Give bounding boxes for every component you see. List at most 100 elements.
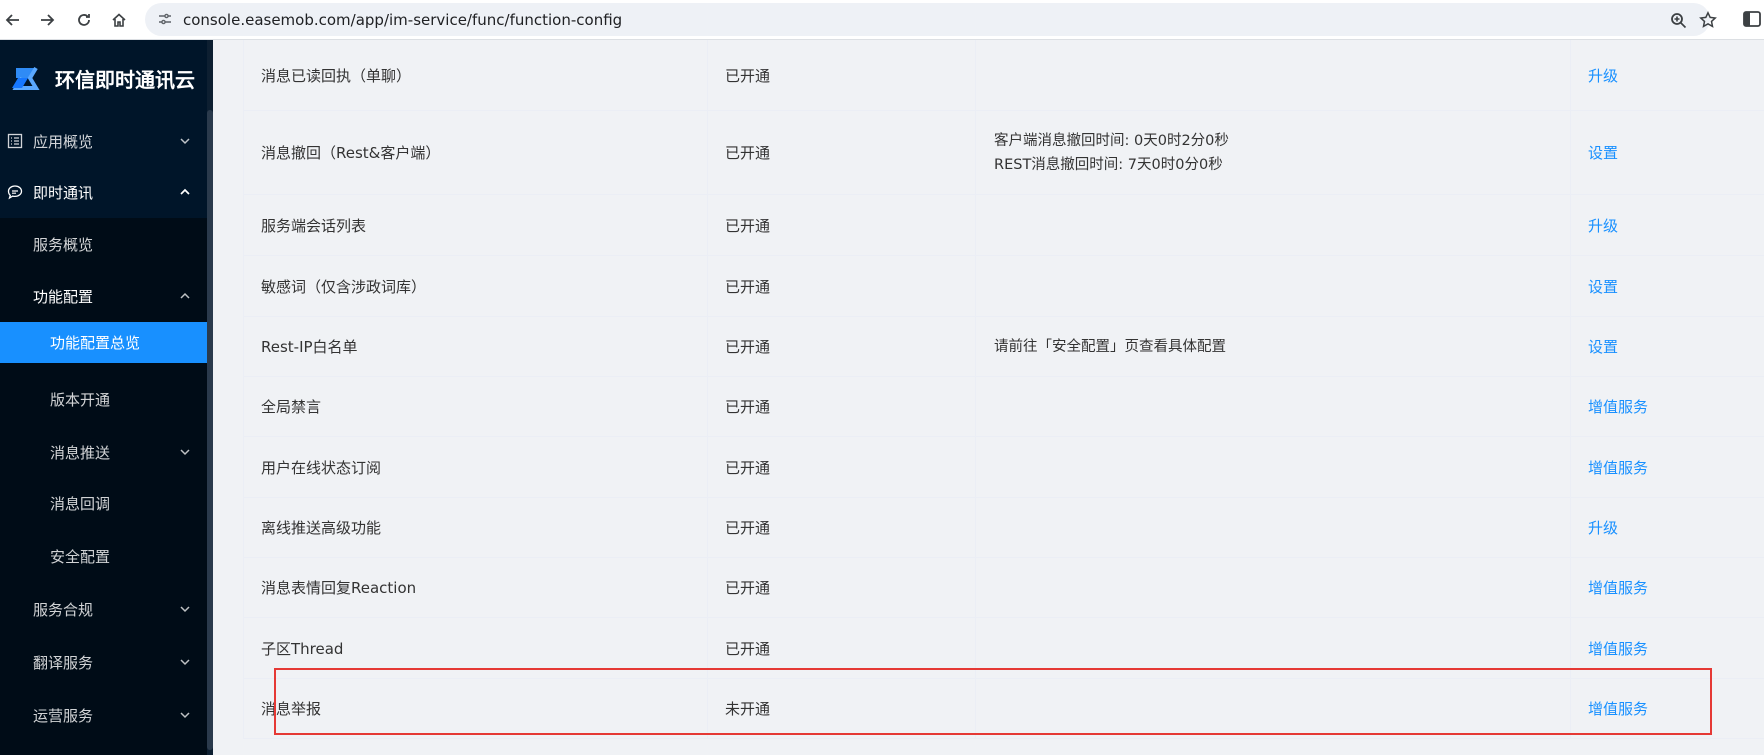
table-row: Rest-IP白名单 已开通 请前往「安全配置」页查看具体配置 设置: [243, 317, 1764, 377]
status-text: 已开通: [725, 277, 771, 296]
sidebar-item-operations[interactable]: 运营服务: [0, 689, 207, 741]
sidebar-item-translation[interactable]: 翻译服务: [0, 636, 207, 688]
settings-link[interactable]: 设置: [1588, 276, 1618, 297]
table-row: 敏感词（仅含涉政词库） 已开通 设置: [243, 256, 1764, 317]
details-cell: [976, 618, 1571, 678]
details-cell: [976, 40, 1571, 110]
status-text: 已开通: [725, 398, 771, 416]
status-cell: 已开通: [708, 558, 976, 617]
value-added-service-link[interactable]: 增值服务: [1588, 396, 1648, 417]
value-added-service-link[interactable]: 增值服务: [1588, 577, 1648, 598]
brand-logo-icon: [12, 66, 40, 90]
bookmark-star-icon[interactable]: [1697, 9, 1719, 31]
status-cell: 已开通: [708, 317, 976, 376]
browser-toolbar: console.easemob.com/app/im-service/func/…: [0, 0, 1764, 40]
chevron-up-icon: [180, 292, 190, 299]
reload-icon: [78, 14, 90, 26]
sidebar-item-push[interactable]: 消息推送: [0, 426, 207, 478]
brand[interactable]: 环信即时通讯云: [0, 40, 207, 115]
status-text: 已开通: [725, 639, 771, 658]
table-row: 离线推送高级功能 已开通 升级: [243, 498, 1764, 558]
value-added-service-link[interactable]: 增值服务: [1588, 638, 1648, 659]
sidebar-item-label: 版本开通: [50, 390, 111, 409]
settings-link[interactable]: 设置: [1588, 142, 1618, 163]
value-added-service-link[interactable]: 增值服务: [1588, 698, 1648, 719]
status-text: 已开通: [725, 579, 771, 597]
table-row: 消息撤回（Rest&客户端） 已开通 客户端消息撤回时间: 0天0时2分0秒 R…: [243, 111, 1764, 195]
feature-name: 全局禁言: [261, 398, 322, 416]
chevron-down-icon: [180, 712, 190, 719]
upgrade-link[interactable]: 升级: [1588, 215, 1618, 236]
feature-cell: 消息表情回复Reaction: [243, 558, 708, 617]
sidebar-item-label: 功能配置总览: [50, 334, 141, 352]
feature-name: 消息撤回（Rest&客户端）: [261, 144, 441, 162]
details-cell: [976, 679, 1571, 738]
upgrade-link[interactable]: 升级: [1588, 517, 1618, 538]
url-text[interactable]: console.easemob.com/app/im-service/func/…: [183, 11, 622, 29]
status-cell: 未开通: [708, 679, 976, 738]
home-button[interactable]: [106, 7, 132, 33]
sidebar-item-version[interactable]: 版本开通: [0, 373, 207, 425]
chevron-down-icon: [180, 138, 190, 145]
status-cell: 已开通: [708, 618, 976, 678]
sidebar-item-app-overview[interactable]: 应用概览: [0, 115, 207, 167]
side-panel-icon[interactable]: [1742, 9, 1762, 29]
value-added-service-link[interactable]: 增值服务: [1588, 457, 1648, 478]
action-cell: 增值服务: [1571, 618, 1764, 678]
sidebar-item-label: 消息推送: [50, 443, 111, 462]
details-cell: [976, 558, 1571, 617]
sidebar-item-label: 安全配置: [50, 547, 111, 566]
table-row: 全局禁言 已开通 增值服务: [243, 377, 1764, 437]
sidebar-item-label: 服务合规: [33, 600, 94, 619]
action-cell: 增值服务: [1571, 377, 1764, 436]
sidebar-item-im[interactable]: 即时通讯: [0, 166, 207, 218]
feature-name: 消息举报: [261, 700, 322, 718]
sidebar-item-service-overview[interactable]: 服务概览: [0, 218, 207, 270]
feature-cell: 子区Thread: [243, 618, 708, 678]
table-row: 服务端会话列表 已开通 升级: [243, 195, 1764, 256]
sidebar-item-compliance[interactable]: 服务合规: [0, 583, 207, 635]
status-cell: 已开通: [708, 498, 976, 557]
table-row: 消息举报 未开通 增值服务: [243, 679, 1764, 739]
back-button[interactable]: [0, 7, 26, 33]
feature-name: 用户在线状态订阅: [261, 458, 382, 477]
address-bar[interactable]: console.easemob.com/app/im-service/func/…: [145, 3, 1717, 36]
sidebar-item-function-config[interactable]: 功能配置: [0, 270, 207, 322]
arrow-left-icon: [5, 14, 19, 26]
status-text: 已开通: [725, 216, 771, 235]
feature-name: 服务端会话列表: [261, 216, 367, 235]
sidebar-item-label: 功能配置: [33, 287, 94, 306]
table-row: 用户在线状态订阅 已开通 增值服务: [243, 437, 1764, 498]
sidebar-item-label: 翻译服务: [33, 653, 94, 672]
sidebar-item-function-config-overview[interactable]: 功能配置总览: [0, 322, 207, 363]
status-cell: 已开通: [708, 377, 976, 436]
action-cell: 升级: [1571, 195, 1764, 255]
details-cell: [976, 437, 1571, 497]
feature-name: 敏感词（仅含涉政词库）: [261, 277, 427, 296]
sidebar-item-security[interactable]: 安全配置: [0, 530, 207, 582]
status-text: 已开通: [725, 66, 771, 85]
upgrade-link[interactable]: 升级: [1588, 65, 1618, 86]
status-cell: 已开通: [708, 256, 976, 316]
settings-link[interactable]: 设置: [1588, 336, 1618, 357]
brand-name: 环信即时通讯云: [55, 68, 195, 92]
table-row: 消息已读回执（单聊） 已开通 升级: [243, 40, 1764, 111]
status-text: 未开通: [725, 700, 771, 718]
status-text: 已开通: [725, 338, 771, 356]
chat-icon: [7, 185, 23, 200]
sidebar-item-label: 服务概览: [33, 235, 94, 254]
feature-name: 离线推送高级功能: [261, 519, 382, 537]
feature-cell: 敏感词（仅含涉政词库）: [243, 256, 708, 316]
site-info-icon[interactable]: [157, 11, 173, 27]
action-cell: 设置: [1571, 317, 1764, 376]
reload-button[interactable]: [71, 7, 97, 33]
zoom-icon[interactable]: [1667, 9, 1689, 31]
sidebar-item-callback[interactable]: 消息回调: [0, 477, 207, 529]
detail-line: 请前往「安全配置」页查看具体配置: [994, 338, 1226, 355]
forward-button[interactable]: [34, 7, 60, 33]
sidebar-item-label: 应用概览: [33, 132, 94, 151]
main-content: 消息已读回执（单聊） 已开通 升级 消息撤回（Rest&客户端） 已开通 客户端…: [213, 40, 1764, 755]
chevron-down-icon: [180, 449, 190, 456]
status-cell: 已开通: [708, 195, 976, 255]
feature-cell: 消息撤回（Rest&客户端）: [243, 111, 708, 194]
